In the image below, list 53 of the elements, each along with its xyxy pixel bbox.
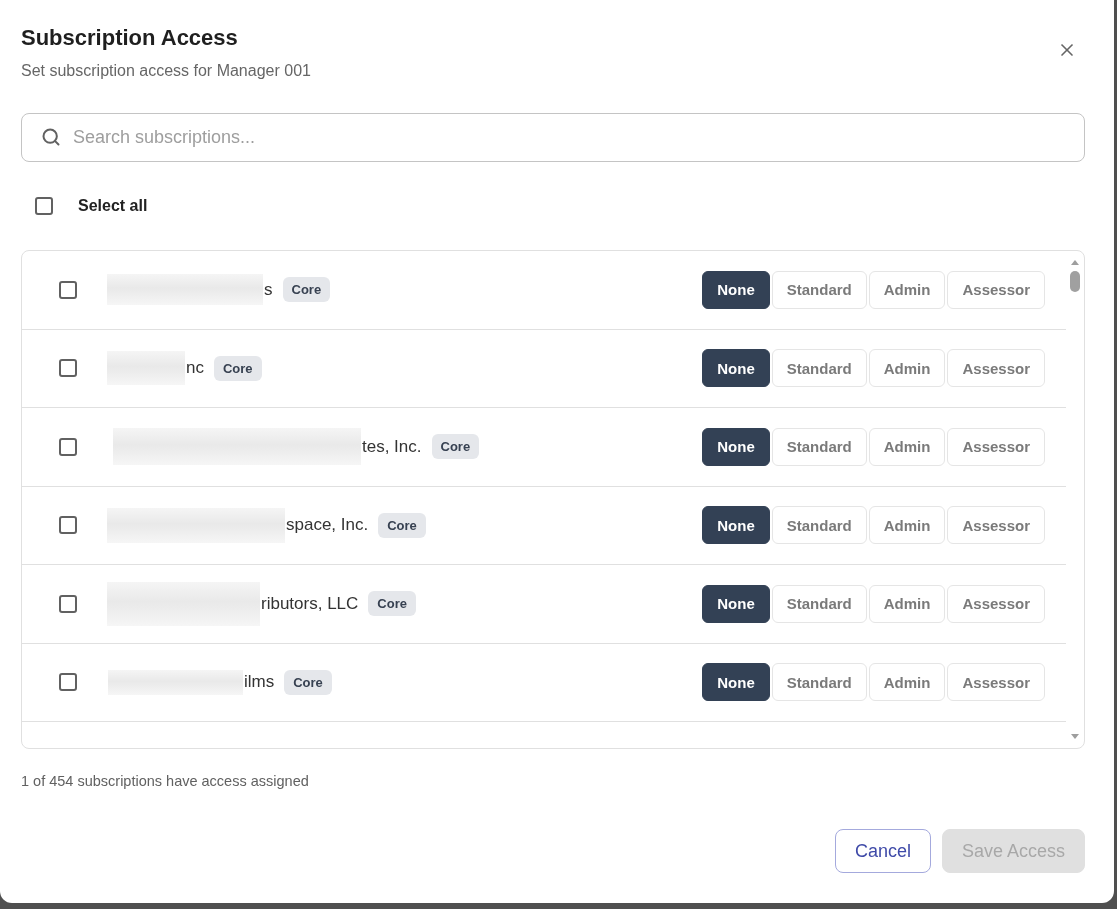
tier-tag: Core (431, 434, 480, 460)
subscription-name: ributors, LLC (261, 593, 359, 614)
access-option[interactable]: None (702, 349, 770, 388)
access-option[interactable]: None (702, 427, 770, 466)
subscription-name: nc (186, 358, 204, 379)
tier-tag: Core (368, 591, 416, 617)
tier-tag: Core (282, 277, 331, 303)
row-checkbox[interactable] (59, 437, 77, 456)
row-checkbox[interactable] (59, 280, 77, 299)
access-option[interactable]: Standard (771, 349, 867, 388)
access-option[interactable]: None (702, 270, 770, 309)
access-option[interactable]: None (702, 584, 770, 623)
search-field[interactable]: Search subscriptions... (21, 113, 1085, 162)
access-option[interactable]: Assessor (947, 270, 1045, 309)
access-option[interactable]: Admin (868, 349, 946, 388)
access-option[interactable]: Standard (771, 663, 867, 702)
subscription-name: space, Inc. (286, 515, 369, 536)
access-option[interactable]: Standard (771, 584, 867, 623)
access-option[interactable]: None (702, 506, 770, 545)
access-option[interactable]: Assessor (947, 663, 1045, 702)
access-option[interactable]: Admin (868, 663, 946, 702)
scroll-up-arrow-icon[interactable] (1071, 260, 1079, 265)
dialog-subtitle: Set subscription access for Manager 001 (21, 61, 311, 81)
select-all-label: Select all (78, 197, 148, 215)
access-option[interactable]: Assessor (947, 427, 1045, 466)
select-all-checkbox[interactable] (35, 197, 53, 215)
scroll-down-arrow-icon[interactable] (1071, 734, 1079, 739)
search-icon (41, 127, 61, 147)
access-option[interactable]: Assessor (947, 584, 1045, 623)
row-checkbox[interactable] (59, 673, 77, 692)
access-option[interactable]: Standard (771, 506, 867, 545)
subscription-name: tes, Inc. (362, 436, 422, 457)
access-option[interactable]: Admin (868, 506, 946, 545)
access-option[interactable]: Assessor (947, 506, 1045, 545)
row-checkbox[interactable] (59, 594, 77, 613)
access-summary: 1 of 454 subscriptions have access assigned (21, 772, 309, 791)
access-option[interactable]: Standard (771, 427, 867, 466)
tier-tag: Core (213, 355, 262, 381)
subscription-name: ilms (244, 672, 275, 693)
scrollbar-thumb[interactable] (1070, 271, 1080, 292)
cancel-button[interactable]: Cancel (834, 829, 931, 873)
dialog-title: Subscription Access (21, 25, 238, 51)
row-checkbox[interactable] (59, 516, 77, 535)
access-option[interactable]: Admin (868, 270, 946, 309)
access-option[interactable]: Admin (868, 427, 946, 466)
tier-tag: Core (378, 512, 426, 538)
row-checkbox[interactable] (59, 359, 77, 378)
access-option[interactable]: None (702, 663, 770, 702)
access-option[interactable]: Standard (771, 270, 867, 309)
access-option[interactable]: Admin (868, 584, 946, 623)
access-option[interactable]: Assessor (947, 349, 1045, 388)
subscription-name: s (264, 279, 273, 300)
tier-tag: Core (284, 669, 332, 695)
